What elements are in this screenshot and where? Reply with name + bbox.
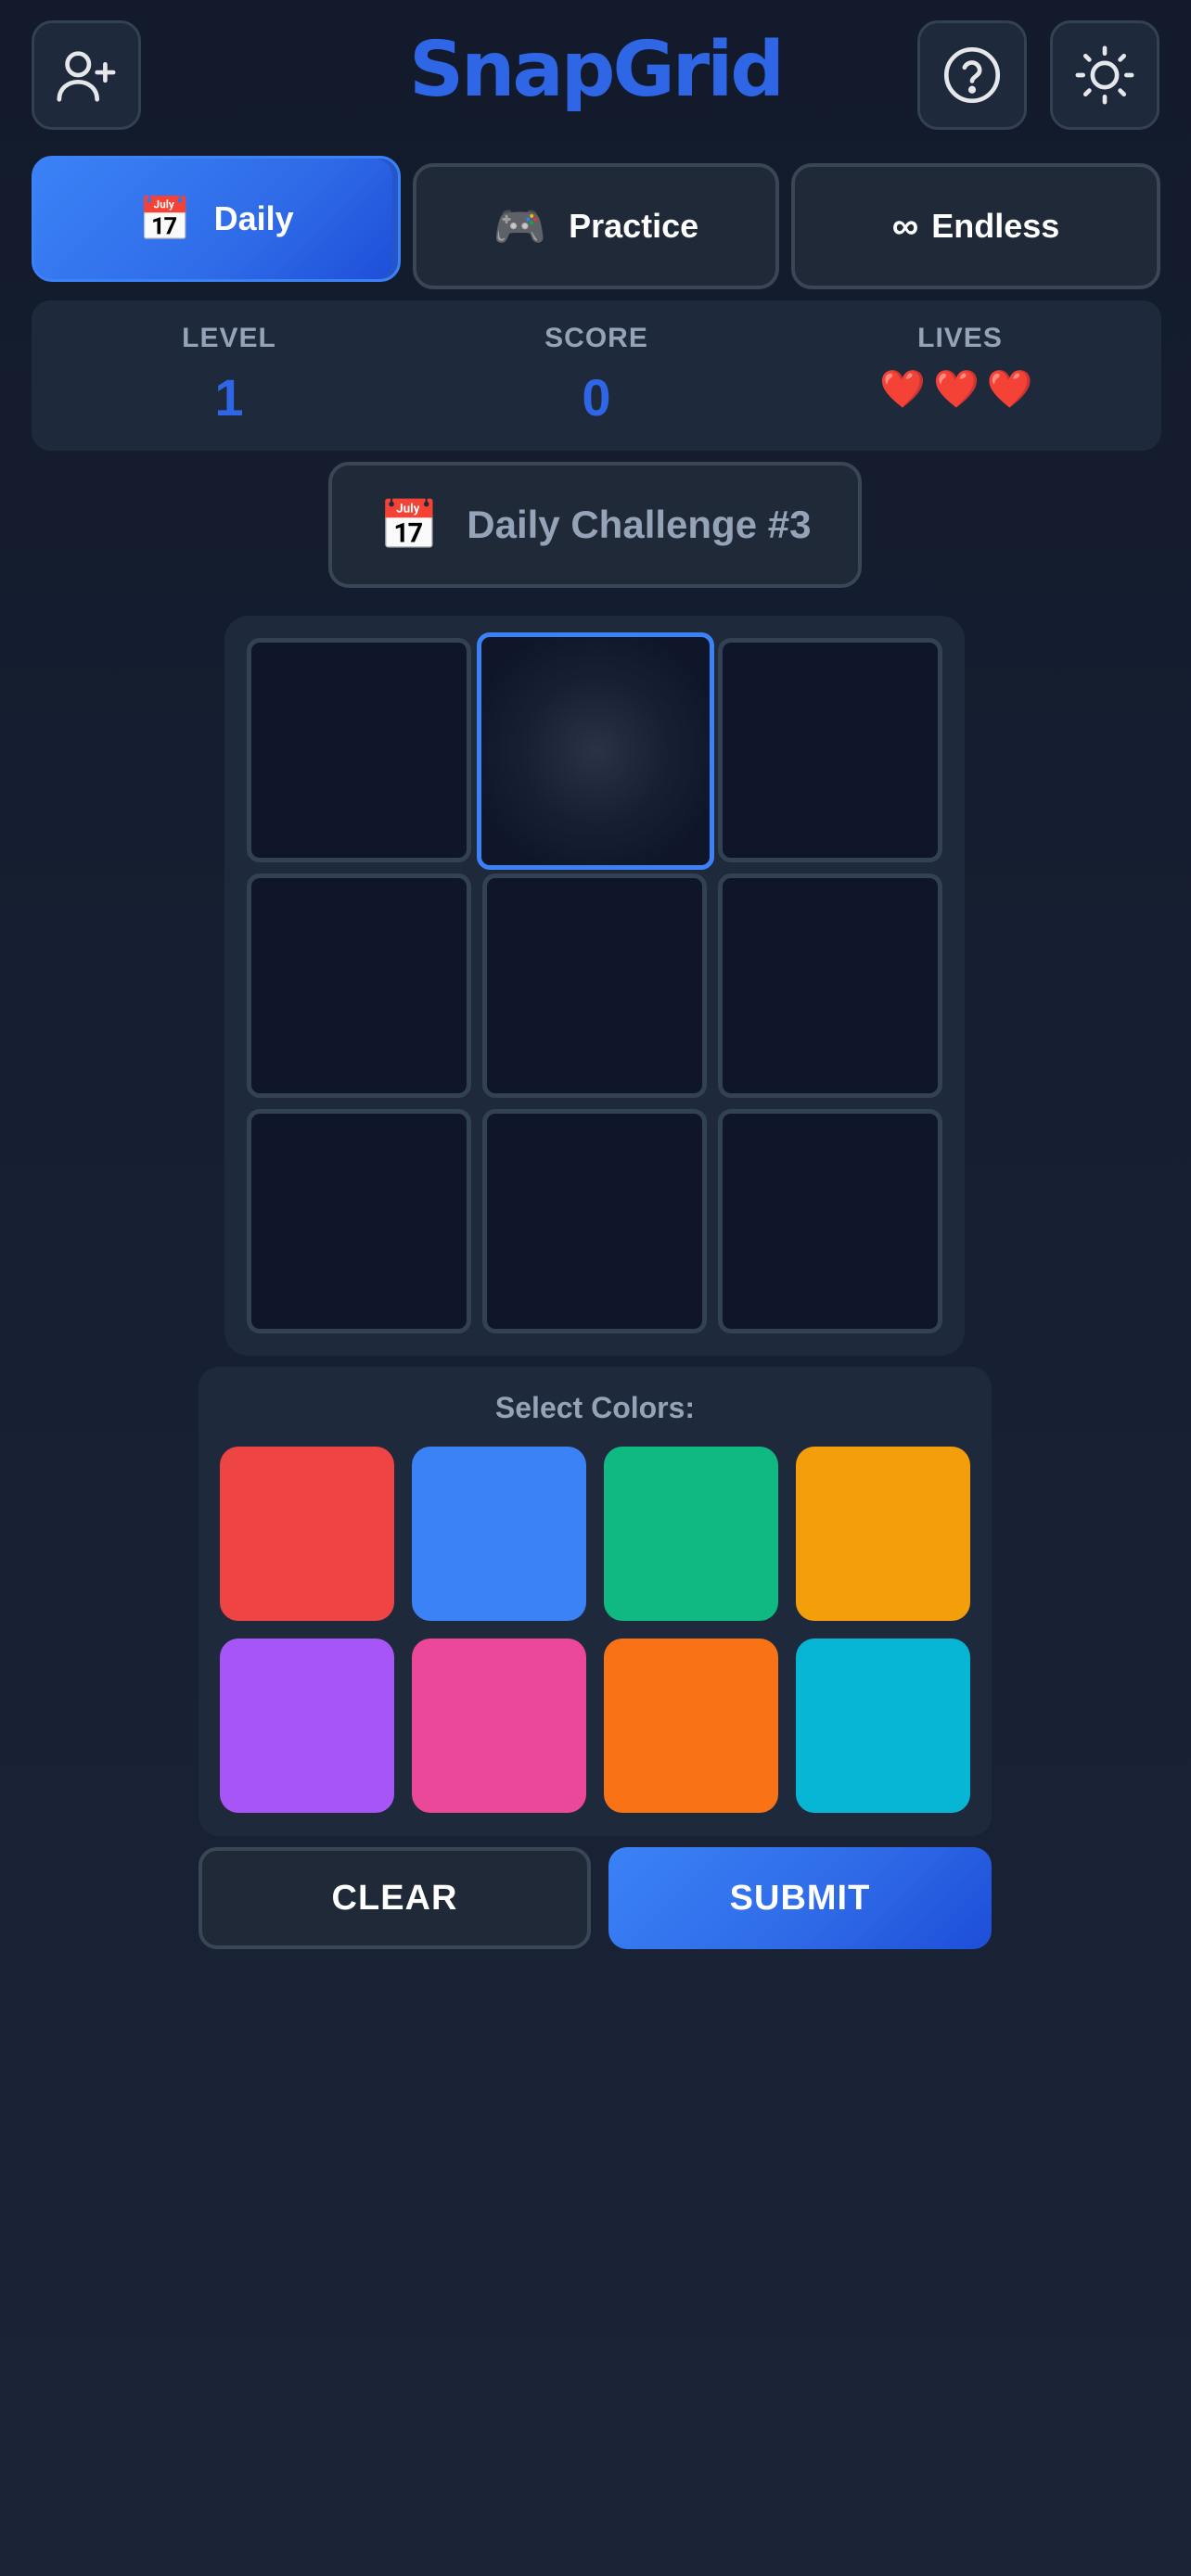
help-button[interactable]	[917, 20, 1027, 130]
tab-daily-label: Daily	[213, 199, 294, 237]
grid-cell[interactable]	[718, 874, 942, 1098]
grid-cell[interactable]	[247, 874, 471, 1098]
calendar-icon: 📅	[138, 194, 192, 243]
score-label: SCORE	[544, 323, 648, 353]
tab-practice-label: Practice	[569, 207, 699, 245]
grid-cell[interactable]	[718, 1109, 942, 1333]
grid-cell[interactable]	[482, 874, 707, 1098]
gamepad-icon: 🎮	[493, 201, 547, 250]
grid-cell[interactable]	[247, 638, 471, 862]
infinity-icon: ∞	[891, 205, 919, 247]
color-swatch[interactable]	[412, 1639, 586, 1813]
score-value: 0	[582, 368, 611, 427]
stats-panel: LEVEL 1 SCORE 0 LIVES ❤️❤️❤️	[32, 300, 1161, 451]
clear-button[interactable]: CLEAR	[198, 1847, 591, 1949]
lives-hearts: ❤️❤️❤️	[879, 369, 1041, 410]
palette-title: Select Colors:	[494, 1391, 696, 1424]
help-icon	[943, 46, 1001, 104]
calendar-icon: 📅	[378, 498, 440, 553]
app-screen: SnapGrid 📅 Daily 🎮 Practice ∞ Endless LE…	[0, 0, 1191, 2576]
tab-daily[interactable]: 📅 Daily	[32, 156, 401, 282]
level-label: LEVEL	[182, 323, 276, 353]
color-swatch[interactable]	[220, 1447, 394, 1621]
tab-endless[interactable]: ∞ Endless	[791, 163, 1160, 289]
grid-cell[interactable]	[482, 1109, 707, 1333]
theme-toggle-button[interactable]	[1050, 20, 1159, 130]
color-swatch[interactable]	[604, 1639, 778, 1813]
daily-challenge-badge: 📅 Daily Challenge #3	[328, 462, 862, 588]
color-swatch[interactable]	[220, 1639, 394, 1813]
submit-button[interactable]: SUBMIT	[608, 1847, 992, 1949]
color-swatch[interactable]	[604, 1447, 778, 1621]
color-swatch[interactable]	[796, 1447, 970, 1621]
level-value: 1	[214, 368, 244, 427]
lives-label: LIVES	[917, 323, 1003, 353]
color-swatch[interactable]	[412, 1447, 586, 1621]
tab-practice[interactable]: 🎮 Practice	[413, 163, 779, 289]
color-swatch[interactable]	[796, 1639, 970, 1813]
grid-cell-selected[interactable]	[477, 632, 714, 870]
color-palette: Select Colors:	[198, 1367, 992, 1836]
tab-endless-label: Endless	[931, 207, 1060, 245]
score-stat: SCORE 0	[416, 300, 777, 427]
grid-cell[interactable]	[718, 638, 942, 862]
grid-cell[interactable]	[247, 1109, 471, 1333]
daily-challenge-label: Daily Challenge #3	[467, 503, 812, 546]
sun-icon	[1075, 45, 1134, 105]
game-grid	[224, 616, 965, 1356]
level-stat: LEVEL 1	[48, 300, 410, 427]
lives-stat: LIVES ❤️❤️❤️	[779, 300, 1141, 411]
